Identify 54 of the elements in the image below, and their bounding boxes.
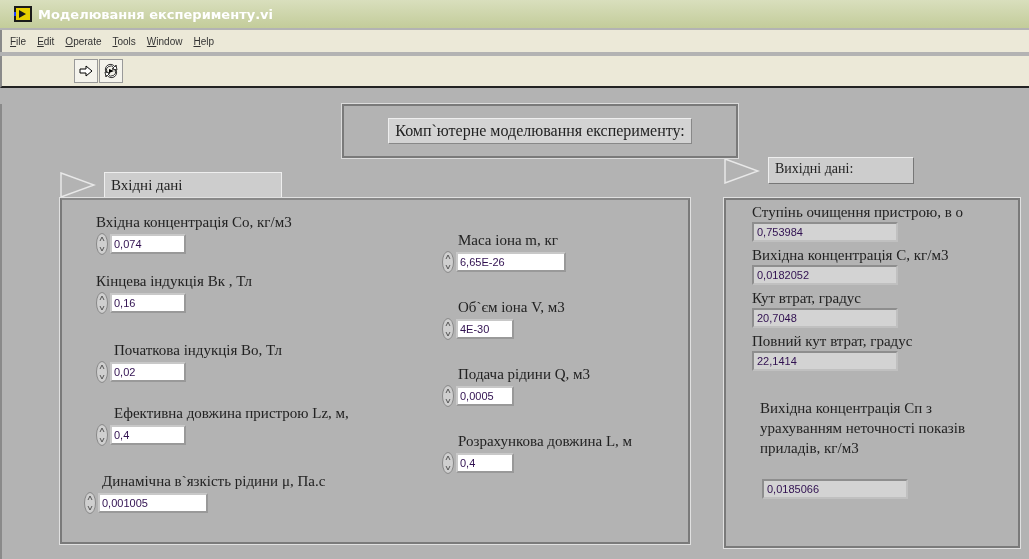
numeric-indicator: 22,1414 <box>752 351 898 371</box>
menu-item[interactable]: Operate <box>65 35 102 47</box>
numeric-indicator: 20,7048 <box>752 308 898 328</box>
numeric-field[interactable]: 0,0005 <box>456 386 514 406</box>
numeric-field[interactable]: 6,65E-26 <box>456 252 566 272</box>
field-label: Подача рідини Q, м3 <box>457 366 591 383</box>
numeric-indicator: 0,753984 <box>752 222 898 242</box>
menu-item[interactable]: Help <box>193 35 215 47</box>
numeric-field[interactable]: 0,16 <box>110 293 186 313</box>
numeric-field[interactable]: 0,02 <box>110 362 186 382</box>
menu-item[interactable]: Edit <box>37 35 55 47</box>
run-continuously-button[interactable] <box>99 59 123 83</box>
numeric-indicator: 0,0185066 <box>762 479 908 499</box>
indicator-label: Вихідна концентрація Сп з урахуванням неточності показів приладів, кг/м3 <box>759 399 965 458</box>
increment-decrement-button[interactable] <box>442 251 454 273</box>
numeric-field[interactable]: 0,074 <box>110 234 186 254</box>
triangle-icon <box>60 172 96 198</box>
increment-decrement-button[interactable] <box>96 233 108 255</box>
field-label: Розрахункова довжина L, м <box>457 433 633 450</box>
increment-decrement-button[interactable] <box>84 492 96 514</box>
numeric-field[interactable]: 0,001005 <box>98 493 208 513</box>
menu-item[interactable]: File <box>10 35 27 47</box>
indicator-label: Повний кут втрат, градус <box>752 333 914 350</box>
menu-item[interactable]: Window <box>146 35 183 47</box>
section-label: Вихідні дані: <box>768 157 914 184</box>
field-label: Маса іона m, кг <box>457 232 559 249</box>
increment-decrement-button[interactable] <box>442 385 454 407</box>
field-label: Динамічна в`язкість рідини μ, Па.с <box>101 473 327 490</box>
numeric-indicator: 0,0182052 <box>752 265 898 285</box>
increment-decrement-button[interactable] <box>442 452 454 474</box>
increment-decrement-button[interactable] <box>96 361 108 383</box>
circular-arrows-icon <box>103 63 119 79</box>
increment-decrement-button[interactable] <box>442 318 454 340</box>
field-label: Початкова індукція Во, Тл <box>113 342 283 359</box>
arrow-icon <box>78 63 94 79</box>
indicator-label: Вихідна концентрація С, кг/м3 <box>752 247 950 264</box>
heading-label: Комп`ютерне моделювання експерименту: <box>388 118 692 144</box>
field-label: Об`єм іона V, м3 <box>457 299 566 316</box>
window-title: Моделювання експерименту.vi <box>38 6 274 22</box>
field-label: Ефективна довжина пристрою Lz, м, <box>113 405 350 422</box>
numeric-field[interactable]: 0,4 <box>110 425 186 445</box>
increment-decrement-button[interactable] <box>96 292 108 314</box>
run-button[interactable] <box>74 59 98 83</box>
numeric-field[interactable]: 4E-30 <box>456 319 514 339</box>
indicator-label: Ступінь очищення пристрою, в о <box>752 204 965 221</box>
section-label: Вхідні дані <box>104 172 282 198</box>
menu-item[interactable]: Tools <box>112 35 136 47</box>
increment-decrement-button[interactable] <box>96 424 108 446</box>
numeric-field[interactable]: 0,4 <box>456 453 514 473</box>
indicator-label: Кут втрат, градус <box>752 290 862 307</box>
field-label: Вхідна концентрація Со, кг/м3 <box>96 214 293 231</box>
field-label: Кінцева індукція Вк , Тл <box>96 273 254 290</box>
triangle-icon <box>724 158 760 184</box>
app-icon <box>14 6 32 22</box>
